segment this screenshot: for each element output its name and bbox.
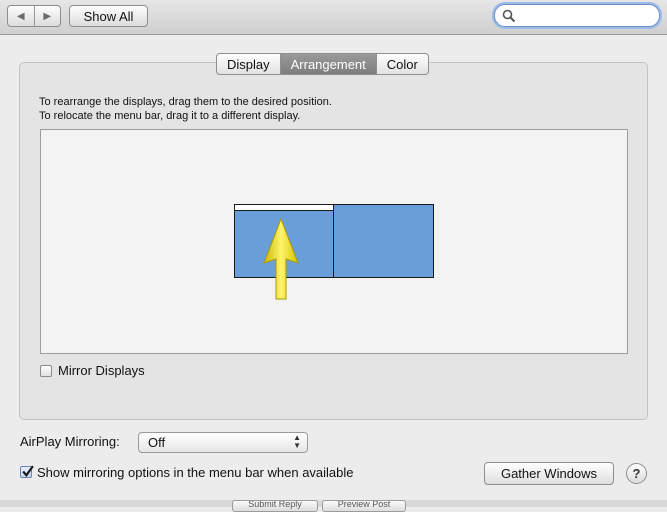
forward-arrow-icon: ▶ <box>43 10 52 22</box>
airplay-mirroring-select[interactable]: Off ▲ ▼ <box>138 432 308 453</box>
help-icon: ? <box>632 466 641 481</box>
show-mirroring-checkbox[interactable] <box>20 465 34 478</box>
checkmark-icon <box>22 465 34 478</box>
yellow-arrow-icon <box>263 219 299 300</box>
tab-display[interactable]: Display <box>217 54 281 74</box>
preview-post-button[interactable]: Preview Post <box>322 500 406 512</box>
show-mirroring-label: Show mirroring options in the menu bar w… <box>37 465 354 480</box>
airplay-selected-value: Off <box>148 435 166 450</box>
tab-bar: Display Arrangement Color <box>216 53 429 75</box>
mirror-displays-checkbox[interactable] <box>40 365 52 377</box>
updown-arrows-icon: ▲ ▼ <box>293 433 301 450</box>
primary-display[interactable] <box>234 204 334 300</box>
gather-windows-button[interactable]: Gather Windows <box>484 462 614 485</box>
forward-button[interactable]: ▶ <box>35 6 61 26</box>
instruction-line-2: To relocate the menu bar, drag it to a d… <box>39 110 301 122</box>
secondary-display[interactable] <box>333 204 434 278</box>
tab-color[interactable]: Color <box>377 54 428 74</box>
search-field[interactable] <box>494 4 660 27</box>
submit-reply-button[interactable]: Submit Reply <box>232 500 318 512</box>
back-arrow-icon: ◀ <box>16 10 25 22</box>
back-button[interactable]: ◀ <box>8 6 35 26</box>
nav-buttons: ◀ ▶ <box>7 5 61 27</box>
mirror-displays-label: Mirror Displays <box>58 363 145 378</box>
show-all-button[interactable]: Show All <box>69 5 148 27</box>
tab-arrangement[interactable]: Arrangement <box>280 54 377 74</box>
airplay-mirroring-label: AirPlay Mirroring: <box>20 434 120 449</box>
display-arrangement-area <box>40 129 628 354</box>
search-icon <box>502 9 516 23</box>
instruction-line-1: To rearrange the displays, drag them to … <box>39 96 332 108</box>
help-button[interactable]: ? <box>626 463 647 484</box>
toolbar: ◀ ▶ Show All <box>0 0 667 35</box>
menu-bar[interactable] <box>235 205 333 211</box>
